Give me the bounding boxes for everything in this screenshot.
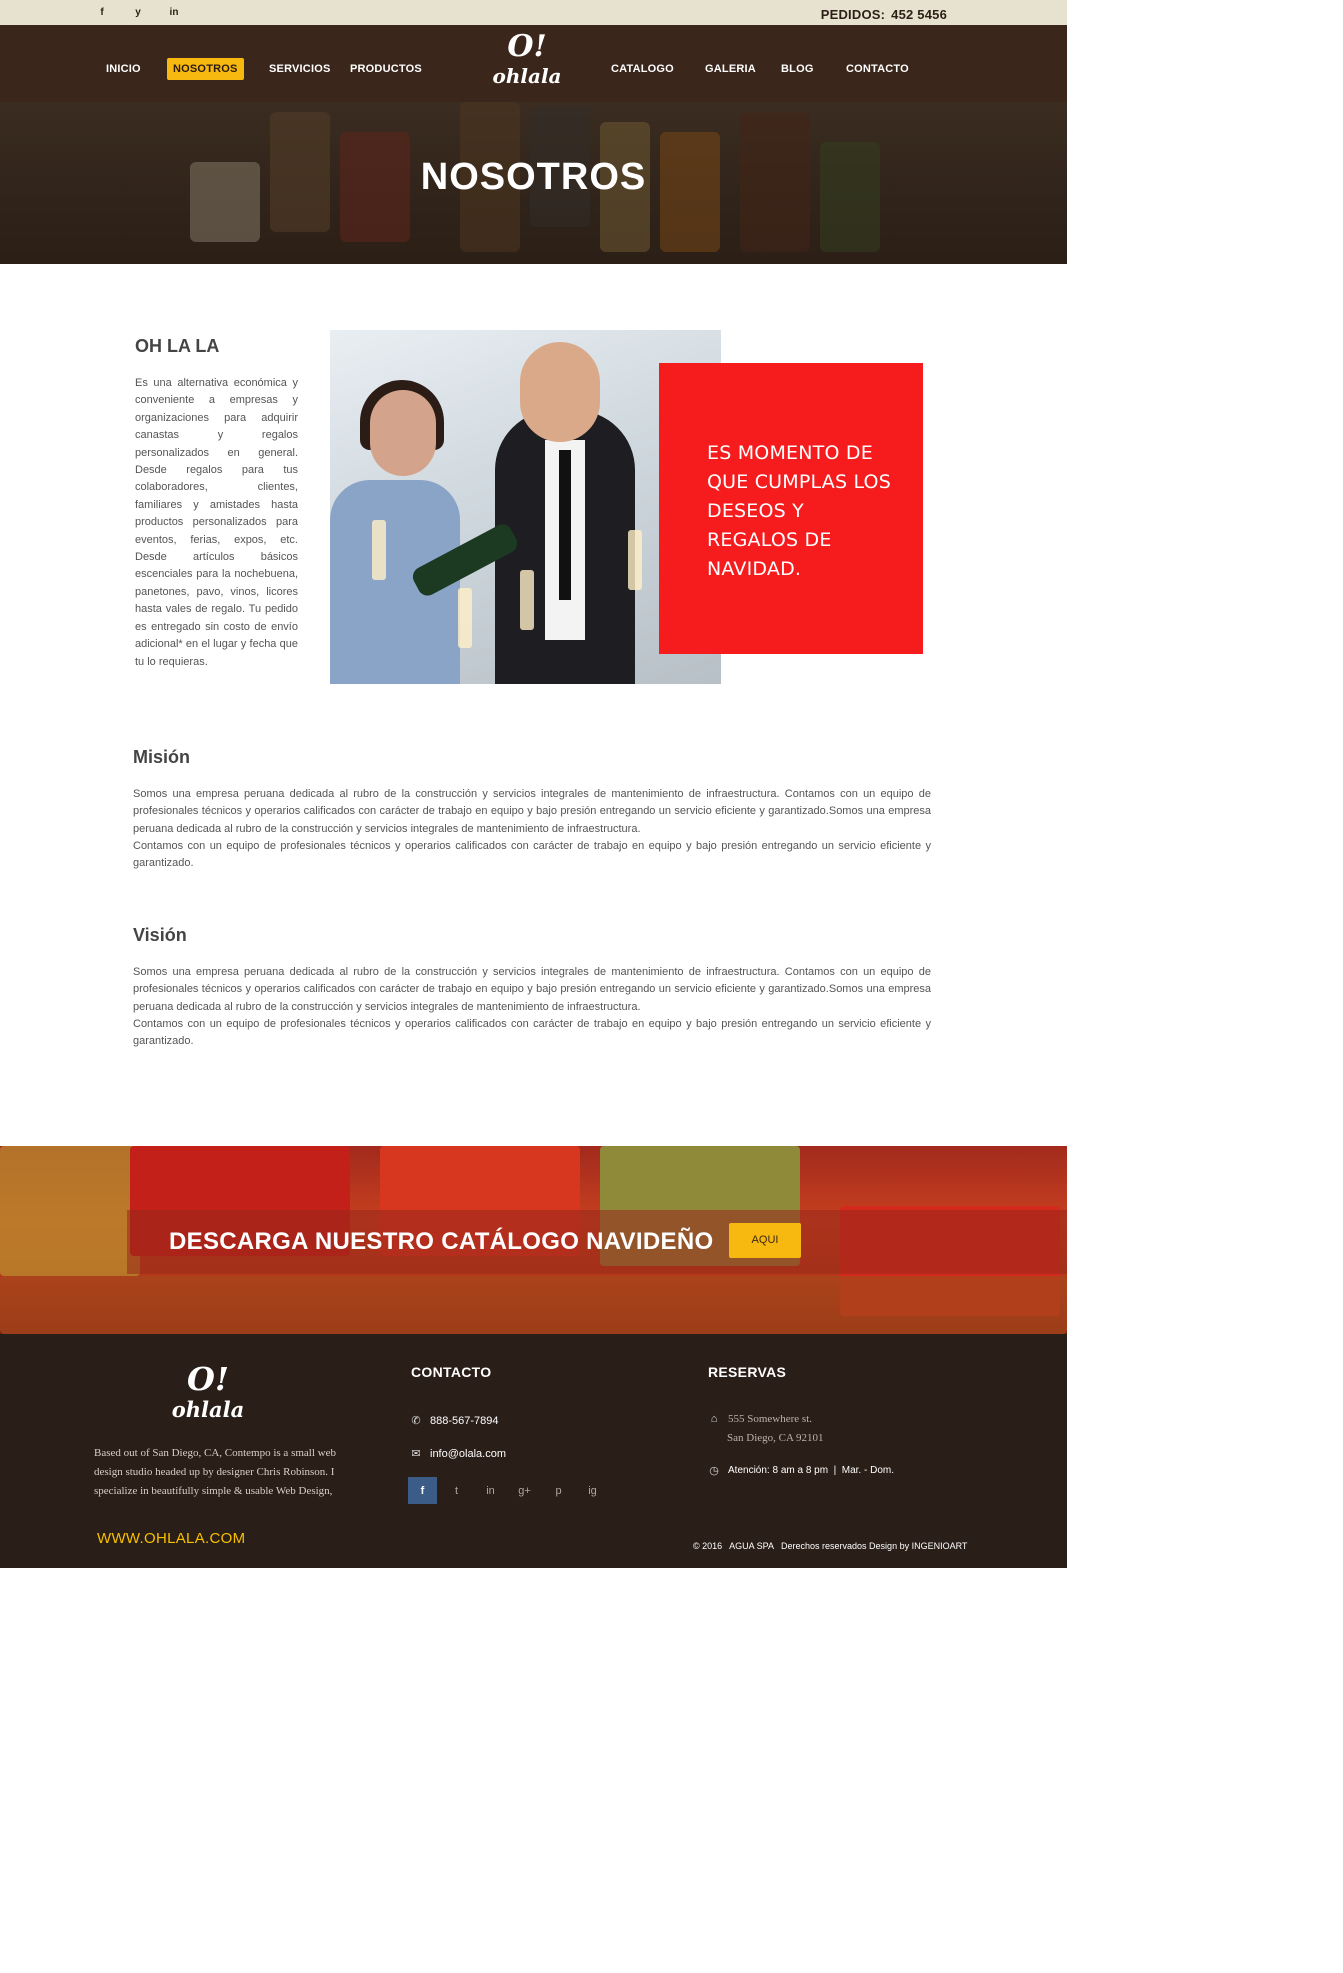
page-title: NOSOTROS [420, 156, 647, 198]
footer-logo[interactable]: O! ohlala [165, 1362, 251, 1422]
footer-phone[interactable]: ✆ 888-567-7894 [410, 1414, 499, 1428]
footer-email-address: info@olala.com [430, 1447, 506, 1460]
catalog-banner-text: DESCARGA NUESTRO CATÁLOGO NAVIDEÑO [169, 1228, 714, 1255]
phone-icon: ✆ [411, 1415, 421, 1427]
footer-logo-mark: O! [187, 1360, 229, 1398]
footer-address-2: San Diego, CA 92101 [727, 1432, 824, 1444]
copyright: © 2016 AGUA SPA Derechos reservados Desi… [693, 1541, 968, 1551]
instagram-icon[interactable]: ig [578, 1477, 607, 1504]
download-catalog-button[interactable]: AQUI [729, 1223, 801, 1258]
footer-hours-text: Atención: 8 am a 8 pm | Mar. - Dom. [728, 1465, 894, 1476]
top-bar: f y in PEDIDOS: 452 5456 [0, 0, 1067, 25]
footer-address-line-1: 555 Somewhere st. [728, 1413, 813, 1425]
pedidos-phone: PEDIDOS: 452 5456 [821, 7, 947, 22]
linkedin-icon[interactable]: in [476, 1477, 505, 1504]
highlight-text: ES MOMENTO DE QUE CUMPLAS LOS DESEOS Y R… [707, 442, 891, 580]
site-footer: O! ohlala Based out of San Diego, CA, Co… [0, 1334, 1067, 1568]
nav-servicios[interactable]: SERVICIOS [269, 63, 331, 75]
mision-title: Misión [133, 747, 190, 767]
mision-text-2: Contamos con un equipo de profesionales … [133, 840, 931, 870]
about-title: OH LA LA [135, 336, 220, 356]
footer-website-link[interactable]: WWW.OHLALA.COM [97, 1530, 245, 1547]
hero-banner: NOSOTROS [0, 102, 1067, 264]
site-logo[interactable]: O! ohlala [487, 29, 567, 88]
google-plus-icon[interactable]: g+ [510, 1477, 539, 1504]
footer-address-1: ⌂ 555 Somewhere st. [708, 1413, 812, 1425]
home-icon: ⌂ [710, 1413, 718, 1425]
main-navbar: INICIO NOSOTROS SERVICIOS PRODUCTOS O! o… [0, 25, 1067, 102]
footer-email[interactable]: ✉ info@olala.com [410, 1447, 506, 1461]
nav-blog[interactable]: BLOG [781, 63, 814, 75]
nav-contacto[interactable]: CONTACTO [846, 63, 909, 75]
footer-logo-text: ohlala [171, 1397, 245, 1422]
about-text: Es una alternativa económica y convenien… [135, 377, 298, 668]
nav-galeria[interactable]: GALERIA [705, 63, 756, 75]
logo-mark: O! [507, 29, 547, 64]
nav-catalogo[interactable]: CATALOGO [611, 63, 674, 75]
facebook-icon[interactable]: f [95, 7, 109, 18]
nav-inicio[interactable]: INICIO [106, 63, 141, 75]
footer-social-links: f t in g+ p ig [408, 1477, 607, 1504]
linkedin-icon[interactable]: in [167, 7, 181, 18]
pinterest-icon[interactable]: p [544, 1477, 573, 1504]
pedidos-label: PEDIDOS: [820, 7, 886, 22]
mision-text: Somos una empresa peruana dedicada al ru… [133, 788, 931, 835]
twitter-icon[interactable]: y [131, 7, 145, 18]
nav-nosotros[interactable]: NOSOTROS [167, 58, 244, 80]
vision-title: Visión [133, 925, 187, 945]
footer-address-line-2: San Diego, CA 92101 [727, 1432, 824, 1444]
twitter-icon[interactable]: t [442, 1477, 471, 1504]
nav-productos[interactable]: PRODUCTOS [350, 63, 422, 75]
envelope-icon: ✉ [411, 1448, 421, 1460]
top-social-links: f y in [95, 7, 181, 18]
highlight-box: ES MOMENTO DE QUE CUMPLAS LOS DESEOS Y R… [659, 363, 923, 654]
footer-phone-number: 888-567-7894 [430, 1414, 499, 1427]
footer-hours: ◷ Atención: 8 am a 8 pm | Mar. - Dom. [708, 1464, 894, 1477]
footer-contacto-title: CONTACTO [411, 1364, 492, 1380]
clock-icon: ◷ [709, 1465, 719, 1477]
vision-text-2: Contamos con un equipo de profesionales … [133, 1018, 931, 1048]
catalog-banner: DESCARGA NUESTRO CATÁLOGO NAVIDEÑO AQUI [0, 1146, 1067, 1334]
vision-text: Somos una empresa peruana dedicada al ru… [133, 966, 931, 1013]
pedidos-number[interactable]: 452 5456 [891, 7, 947, 22]
facebook-icon[interactable]: f [408, 1477, 437, 1504]
footer-reservas-title: RESERVAS [708, 1364, 787, 1380]
footer-about-text: Based out of San Diego, CA, Contempo is … [94, 1447, 336, 1497]
logo-text: ohlala [492, 64, 562, 88]
